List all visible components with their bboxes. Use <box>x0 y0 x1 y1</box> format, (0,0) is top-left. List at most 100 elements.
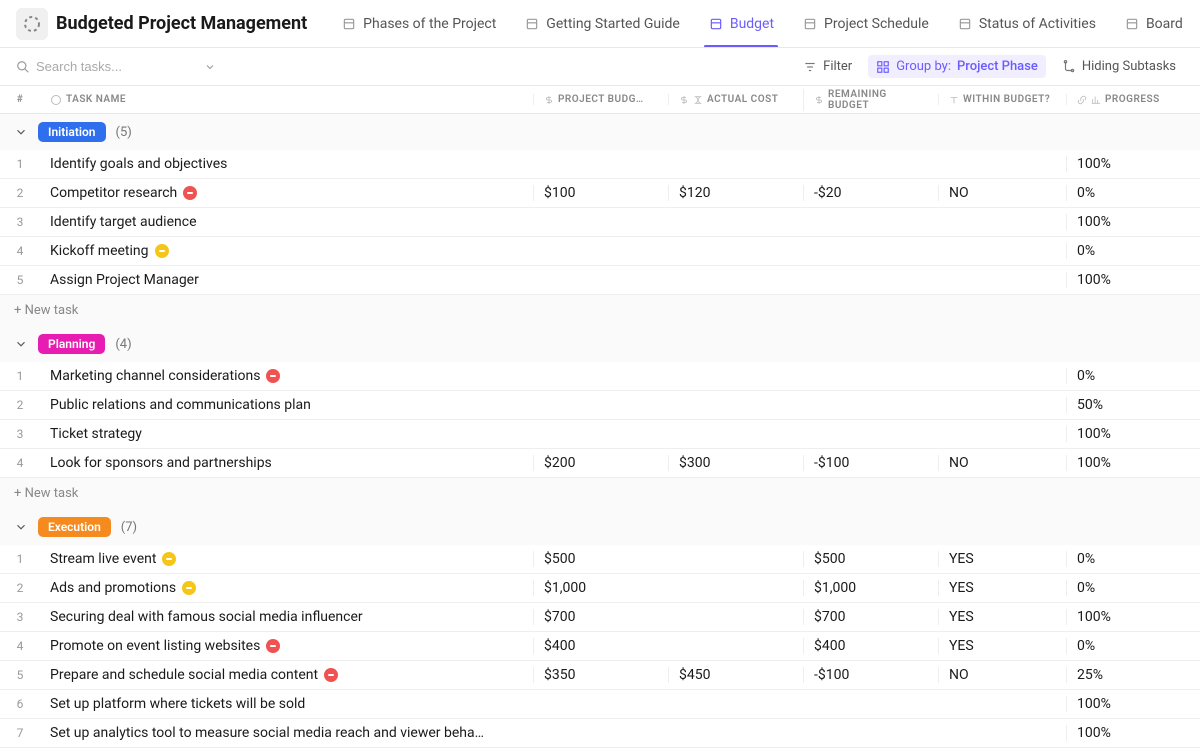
task-name-cell[interactable]: Look for sponsors and partnerships <box>40 455 533 471</box>
group-pill[interactable]: Initiation <box>38 122 106 142</box>
groupby-button[interactable]: Group by: Project Phase <box>868 55 1046 78</box>
progress-cell[interactable]: 0% <box>1066 185 1200 201</box>
table-row[interactable]: 2Ads and promotions$1,000$1,000YES0% <box>0 574 1200 603</box>
table-row[interactable]: 2Competitor research$100$120-$20NO0% <box>0 179 1200 208</box>
hiding-subtasks-button[interactable]: Hiding Subtasks <box>1054 55 1184 78</box>
table-row[interactable]: 1Marketing channel considerations0% <box>0 362 1200 391</box>
task-name-cell[interactable]: Set up analytics tool to measure social … <box>40 725 533 741</box>
table-row[interactable]: 4Look for sponsors and partnerships$200$… <box>0 449 1200 478</box>
table-row[interactable]: 1Stream live event$500$500YES0% <box>0 545 1200 574</box>
task-name-cell[interactable]: Prepare and schedule social media conten… <box>40 667 533 683</box>
task-name-cell[interactable]: Identify target audience <box>40 214 533 230</box>
progress-cell[interactable]: 100% <box>1066 725 1200 741</box>
progress-cell[interactable]: 0% <box>1066 243 1200 259</box>
table-row[interactable]: 3Identify target audience100% <box>0 208 1200 237</box>
actual-cell[interactable]: $300 <box>668 455 803 471</box>
remaining-cell[interactable]: -$100 <box>803 455 938 471</box>
task-name-cell[interactable]: Marketing channel considerations <box>40 368 533 384</box>
budget-cell[interactable]: $1,000 <box>533 580 668 596</box>
view-icon <box>341 16 357 32</box>
remaining-cell[interactable]: -$100 <box>803 667 938 683</box>
search-dropdown-icon[interactable] <box>202 59 218 75</box>
group-pill[interactable]: Planning <box>38 334 105 354</box>
task-name-cell[interactable]: Securing deal with famous social media i… <box>40 609 533 625</box>
budget-cell[interactable]: $200 <box>533 455 668 471</box>
table-row[interactable]: 4Kickoff meeting0% <box>0 237 1200 266</box>
group-toggle-icon[interactable] <box>14 125 28 139</box>
task-name-cell[interactable]: Set up platform where tickets will be so… <box>40 696 533 712</box>
progress-cell[interactable]: 100% <box>1066 455 1200 471</box>
budget-cell[interactable]: $400 <box>533 638 668 654</box>
within-cell[interactable]: NO <box>938 185 1066 201</box>
task-name-cell[interactable]: Identify goals and objectives <box>40 156 533 172</box>
tab-status-of-activities[interactable]: Status of Activities <box>943 0 1110 47</box>
progress-cell[interactable]: 100% <box>1066 426 1200 442</box>
new-task-button[interactable]: + New task <box>0 295 1200 326</box>
task-name-cell[interactable]: Promote on event listing websites <box>40 638 533 654</box>
search-input[interactable] <box>36 59 196 74</box>
task-name-cell[interactable]: Ticket strategy <box>40 426 533 442</box>
task-name-cell[interactable]: Public relations and communications plan <box>40 397 533 413</box>
progress-cell[interactable]: 0% <box>1066 368 1200 384</box>
within-cell[interactable]: YES <box>938 580 1066 596</box>
budget-cell[interactable]: $500 <box>533 551 668 567</box>
table-row[interactable]: 3Ticket strategy100% <box>0 420 1200 449</box>
progress-cell[interactable]: 100% <box>1066 214 1200 230</box>
remaining-cell[interactable]: $700 <box>803 609 938 625</box>
progress-cell[interactable]: 100% <box>1066 156 1200 172</box>
new-task-button[interactable]: + New task <box>0 478 1200 509</box>
remaining-cell[interactable]: $1,000 <box>803 580 938 596</box>
tab-getting-started-guide[interactable]: Getting Started Guide <box>510 0 694 47</box>
column-remaining[interactable]: REMAINING BUDGET <box>803 89 938 111</box>
within-cell[interactable]: NO <box>938 667 1066 683</box>
table-row[interactable]: 2Public relations and communications pla… <box>0 391 1200 420</box>
remaining-cell[interactable]: $400 <box>803 638 938 654</box>
task-name-cell[interactable]: Assign Project Manager <box>40 272 533 288</box>
table-row[interactable]: 1Identify goals and objectives100% <box>0 150 1200 179</box>
column-budget[interactable]: PROJECT BUDG… <box>533 94 668 105</box>
within-cell[interactable]: YES <box>938 638 1066 654</box>
table-row[interactable]: 6Set up platform where tickets will be s… <box>0 690 1200 719</box>
budget-cell[interactable]: $700 <box>533 609 668 625</box>
budget-cell[interactable]: $100 <box>533 185 668 201</box>
task-name-cell[interactable]: Stream live event <box>40 551 533 567</box>
column-within[interactable]: WITHIN BUDGET? <box>938 94 1066 105</box>
column-progress[interactable]: PROGRESS <box>1066 94 1200 105</box>
progress-cell[interactable]: 100% <box>1066 609 1200 625</box>
task-name-cell[interactable]: Ads and promotions <box>40 580 533 596</box>
table-row[interactable]: 3Securing deal with famous social media … <box>0 603 1200 632</box>
progress-cell[interactable]: 100% <box>1066 272 1200 288</box>
table-row[interactable]: 5Assign Project Manager100% <box>0 266 1200 295</box>
progress-cell[interactable]: 0% <box>1066 580 1200 596</box>
within-cell[interactable]: YES <box>938 551 1066 567</box>
group-toggle-icon[interactable] <box>14 520 28 534</box>
actual-cell[interactable]: $120 <box>668 185 803 201</box>
remaining-cell[interactable]: -$20 <box>803 185 938 201</box>
progress-cell[interactable]: 100% <box>1066 696 1200 712</box>
progress-cell[interactable]: 50% <box>1066 397 1200 413</box>
remaining-cell[interactable]: $500 <box>803 551 938 567</box>
column-taskname[interactable]: TASK NAME <box>40 94 533 106</box>
tab-project-schedule[interactable]: Project Schedule <box>788 0 943 47</box>
view-icon <box>1124 16 1140 32</box>
tab-phases-of-the-project[interactable]: Phases of the Project <box>327 0 510 47</box>
task-name-cell[interactable]: Competitor research <box>40 185 533 201</box>
progress-cell[interactable]: 0% <box>1066 638 1200 654</box>
budget-cell[interactable]: $350 <box>533 667 668 683</box>
table-row[interactable]: 5Prepare and schedule social media conte… <box>0 661 1200 690</box>
workspace-icon[interactable] <box>16 8 48 40</box>
within-cell[interactable]: NO <box>938 455 1066 471</box>
actual-cell[interactable]: $450 <box>668 667 803 683</box>
group-pill[interactable]: Execution <box>38 517 111 537</box>
filter-button[interactable]: Filter <box>795 55 860 78</box>
table-row[interactable]: 7Set up analytics tool to measure social… <box>0 719 1200 748</box>
table-row[interactable]: 4Promote on event listing websites$400$4… <box>0 632 1200 661</box>
column-actual[interactable]: ACTUAL COST <box>668 94 803 105</box>
tab-board[interactable]: Board <box>1110 0 1184 47</box>
within-cell[interactable]: YES <box>938 609 1066 625</box>
progress-cell[interactable]: 0% <box>1066 551 1200 567</box>
progress-cell[interactable]: 25% <box>1066 667 1200 683</box>
group-toggle-icon[interactable] <box>14 337 28 351</box>
task-name-cell[interactable]: Kickoff meeting <box>40 243 533 259</box>
tab-budget[interactable]: Budget <box>694 0 788 47</box>
